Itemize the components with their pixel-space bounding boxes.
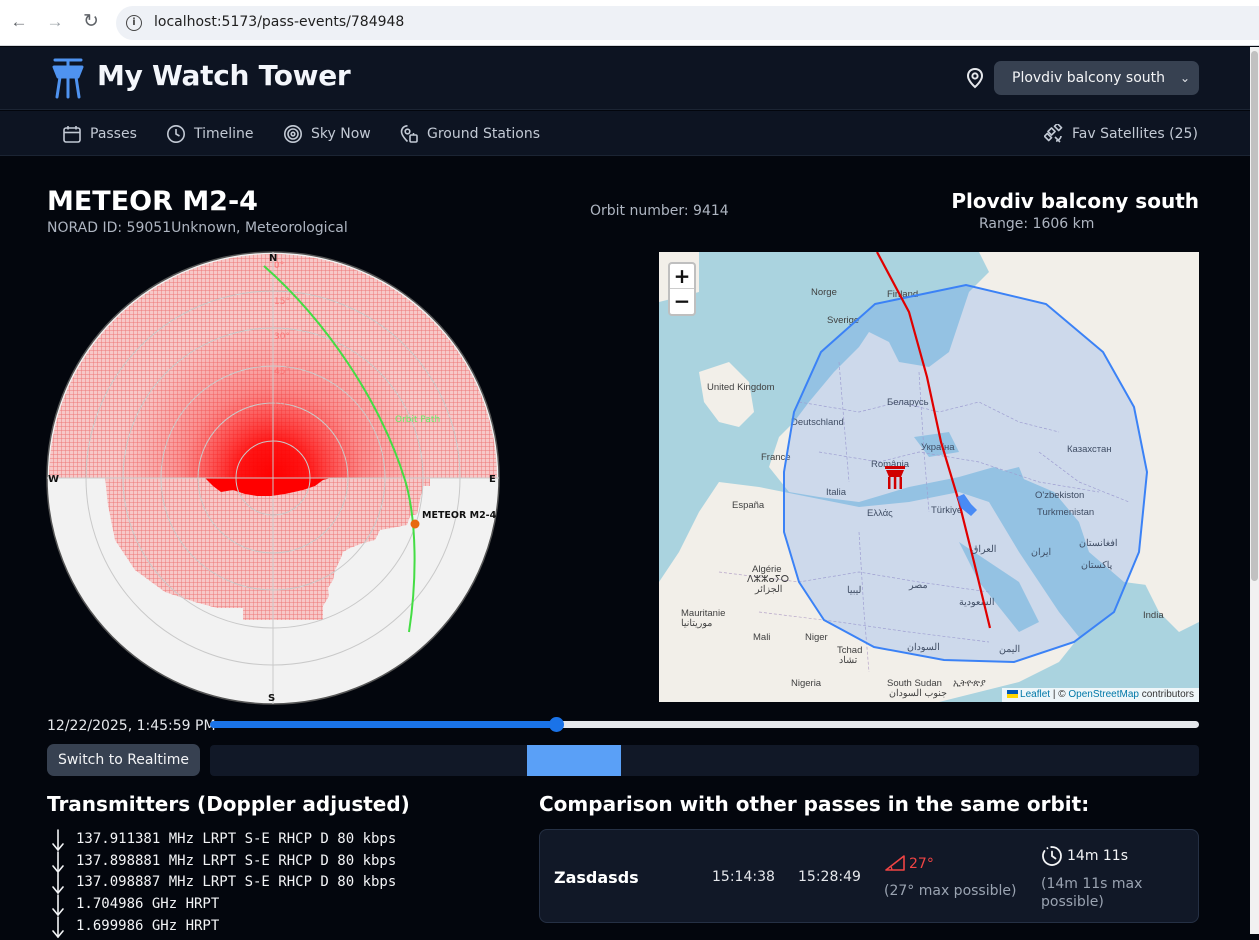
switch-to-realtime-button[interactable]: Switch to Realtime	[47, 744, 200, 776]
ring-label-30: 30°	[274, 332, 290, 342]
comparison-card: Zasdasds 15:14:38 15:28:49 27° (27° max …	[539, 829, 1199, 923]
scrollbar-thumb[interactable]	[1251, 51, 1258, 581]
back-arrow-icon[interactable]: ←	[8, 11, 30, 33]
norad-info: NORAD ID: 59051Unknown, Meteorological	[47, 220, 348, 236]
compass-north: N	[269, 253, 277, 264]
downlink-arrow-icon	[52, 850, 64, 873]
current-time: 12/22/2025, 1:45:59 PM	[47, 718, 216, 734]
nav-sky-now-label: Sky Now	[311, 126, 371, 142]
time-slider[interactable]	[210, 717, 1199, 732]
downlink-arrow-icon	[52, 872, 64, 895]
reload-icon[interactable]: ↻	[80, 11, 102, 33]
comparison-end-time: 15:28:49	[798, 869, 861, 885]
osm-link[interactable]: OpenStreetMap	[1068, 689, 1139, 700]
ring-label-15: 15°	[274, 297, 290, 307]
transmitter-text: 1.699986 GHz HRPT	[76, 917, 220, 934]
location-pin-icon	[966, 67, 984, 89]
ground-station-name: Plovdiv balcony south	[951, 189, 1199, 213]
map-attribution: Leaflet | © OpenStreetMap contributors	[1002, 688, 1199, 702]
radar-icon	[284, 125, 302, 143]
comparison-max-elevation: 27°	[909, 856, 934, 872]
clock-icon	[167, 125, 185, 143]
browser-toolbar: ← → ↻ i localhost:5173/pass-events/78494…	[0, 0, 1259, 46]
app-header: My Watch Tower Plovdiv balcony south ⌄	[0, 47, 1250, 110]
zoom-out-button[interactable]: −	[670, 289, 694, 314]
nav-timeline-label: Timeline	[194, 126, 254, 142]
compass-south: S	[268, 693, 275, 704]
forward-arrow-icon[interactable]: →	[44, 11, 66, 33]
elevation-angle-icon	[885, 855, 905, 871]
ring-label-45: 45°	[274, 367, 290, 377]
url-text[interactable]: localhost:5173/pass-events/784948	[154, 14, 404, 30]
comparison-start-time: 15:14:38	[712, 869, 775, 885]
site-info-icon[interactable]: i	[126, 15, 142, 31]
downlink-arrow-icon	[52, 915, 64, 938]
polar-sky-plot[interactable]: 0° 15° 30° 45° 60° Orbit Path METEOR M2-…	[45, 250, 501, 706]
transmitter-text: 137.098887 MHz LRPT S-E RHCP D 80 kbps	[76, 874, 397, 891]
nav-fav-satellites-label: Fav Satellites (25)	[1072, 126, 1198, 142]
comparison-title: Comparison with other passes in the same…	[539, 792, 1090, 816]
location-select[interactable]: Plovdiv balcony south ⌄	[994, 61, 1199, 95]
attribution-tail: contributors	[1138, 689, 1194, 700]
satellite-name: METEOR M2-4	[47, 186, 258, 217]
nav-passes-label: Passes	[90, 126, 137, 142]
transmitter-text: 1.704986 GHz HRPT	[76, 896, 220, 913]
transmitters-title: Transmitters (Doppler adjusted)	[47, 792, 410, 816]
address-bar[interactable]: i localhost:5173/pass-events/784948	[116, 6, 1259, 40]
comparison-station: Zasdasds	[554, 868, 639, 887]
transmitter-text: 137.898881 MHz LRPT S-E RHCP D 80 kbps	[76, 852, 397, 869]
satellite-position-label: METEOR M2-4	[422, 510, 497, 521]
compass-east: E	[489, 474, 496, 485]
compass-west: W	[48, 474, 59, 485]
satellite-icon	[1044, 124, 1063, 143]
watch-tower-icon[interactable]	[50, 57, 86, 99]
ring-label-60: 60°	[274, 401, 290, 411]
duration-icon	[1042, 846, 1062, 866]
orbit-number: Orbit number: 9414	[590, 203, 729, 219]
pass-segment[interactable]	[527, 745, 622, 776]
downlink-arrow-icon	[52, 829, 64, 852]
leaflet-link[interactable]: Leaflet	[1020, 689, 1050, 700]
pass-timeline-bar[interactable]	[210, 745, 1199, 776]
orbit-path-label: Orbit Path	[395, 415, 440, 425]
pass-map[interactable]: Norge Sverige Finland United Kingdom Deu…	[659, 252, 1199, 702]
downlink-arrow-icon	[52, 894, 64, 917]
ukraine-flag-icon	[1007, 690, 1019, 698]
map-overlays	[783, 252, 1149, 664]
page-scrollbar[interactable]	[1250, 47, 1259, 934]
attribution-separator: | ©	[1050, 689, 1069, 700]
location-select-value: Plovdiv balcony south	[1012, 70, 1166, 86]
satellite-position-marker[interactable]	[410, 519, 420, 529]
comparison-max-possible-duration: (14m 11s max possible)	[1041, 876, 1143, 910]
comparison-max-possible-elevation: (27° max possible)	[884, 883, 1017, 899]
comparison-duration: 14m 11s	[1067, 848, 1129, 864]
time-slider-thumb[interactable]	[549, 717, 565, 732]
coverage-footprint	[783, 283, 1149, 664]
transmitter-text: 137.911381 MHz LRPT S-E RHCP D 80 kbps	[76, 831, 397, 847]
calendar-icon	[63, 126, 81, 143]
time-slider-fill	[210, 721, 557, 728]
zoom-in-button[interactable]: +	[670, 264, 694, 289]
main-nav: Passes Timeline Sky Now Ground Stations …	[0, 111, 1250, 156]
nav-ground-stations-label: Ground Stations	[427, 126, 541, 142]
chevron-down-icon: ⌄	[1179, 71, 1190, 85]
station-range: Range: 1606 km	[979, 216, 1095, 232]
app-title[interactable]: My Watch Tower	[97, 59, 351, 92]
map-zoom-control: + −	[668, 262, 696, 316]
ground-station-icon	[400, 125, 418, 143]
